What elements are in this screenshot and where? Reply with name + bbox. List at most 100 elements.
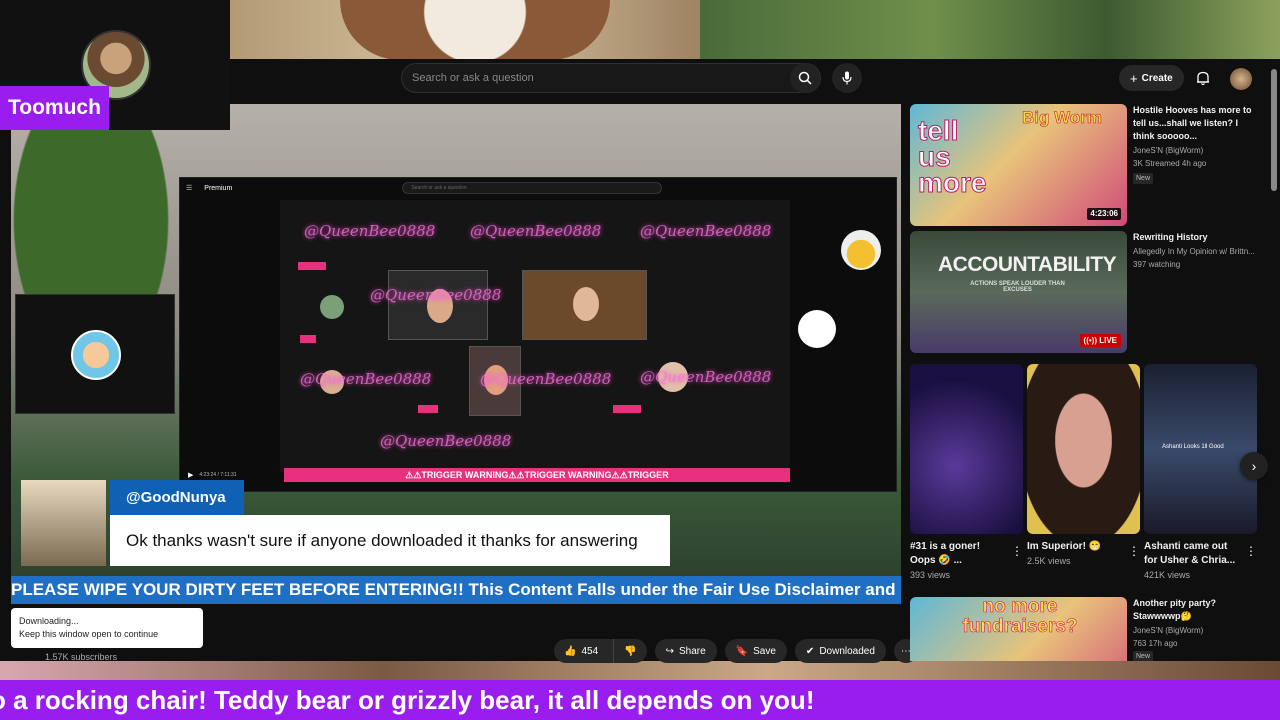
- recommendation-channel[interactable]: Allegedly In My Opinion w/ Brittn...: [1133, 247, 1255, 256]
- participant-tag: [613, 405, 641, 413]
- share-label: Share: [678, 645, 706, 657]
- recommendation-thumbnail[interactable]: no more fundraisers?: [910, 597, 1127, 661]
- more-vertical-icon: ⋮: [1128, 544, 1140, 558]
- embedded-search: Search or ask a question: [402, 182, 663, 194]
- like-button[interactable]: 👍 454: [554, 639, 608, 663]
- download-check-icon: ✔: [805, 645, 815, 657]
- video-player[interactable]: ☰ Premium Search or ask a question @Quee…: [11, 104, 901, 604]
- scrollbar-thumb[interactable]: [1271, 69, 1277, 191]
- recommendation-channel[interactable]: JoneS'N (BigWorm): [1133, 146, 1203, 155]
- short-more-button[interactable]: ⋮: [1245, 544, 1257, 558]
- short-item[interactable]: Im Superior! 😁 2.5K views ⋮: [1027, 364, 1140, 566]
- search-bar: [401, 63, 821, 93]
- short-views: 421K views: [1144, 570, 1191, 580]
- participant-avatar: [320, 295, 344, 319]
- recommendation-item[interactable]: ACCOUNTABILITY ACTIONS SPEAK LOUDER THAN…: [910, 231, 1260, 356]
- chat-user-thumbnail: [21, 480, 106, 566]
- plus-icon: +: [1130, 70, 1138, 86]
- recommendation-meta: 3K Streamed 4h ago: [1133, 159, 1207, 168]
- chat-username: @GoodNunya: [110, 480, 244, 515]
- notifications-button[interactable]: [1193, 67, 1213, 89]
- thumbnail-text: tell us more: [918, 115, 987, 198]
- video-duration: 4:23:06: [1087, 208, 1121, 220]
- short-thumbnail[interactable]: [1027, 364, 1140, 534]
- short-item[interactable]: #31 is a goner! Oops 🤣 ... 393 views ⋮: [910, 364, 1023, 580]
- short-title[interactable]: Ashanti came out for Usher & Chria...: [1144, 540, 1240, 568]
- create-label: Create: [1141, 72, 1173, 84]
- more-vertical-icon: ⋮: [1011, 544, 1023, 558]
- watermark-text: @QueenBee0888: [304, 222, 436, 240]
- thumbs-down-icon: 👎: [624, 645, 637, 657]
- recommendation-title[interactable]: Rewriting History: [1133, 231, 1258, 244]
- short-item[interactable]: Ashanti Looks 1ll Good Ashanti came out …: [1144, 364, 1257, 580]
- live-badge: ((•)) LIVE: [1079, 334, 1121, 347]
- short-title[interactable]: Im Superior! 😁: [1027, 540, 1123, 554]
- watermark-text: @QueenBee0888: [640, 222, 772, 240]
- recommendation-channel[interactable]: JoneS'N (BigWorm): [1133, 626, 1203, 635]
- new-badge: New: [1133, 651, 1154, 661]
- share-button[interactable]: ↪ Share: [654, 639, 717, 663]
- trigger-warning-banner: ⚠⚠TRIGGER WARNING⚠⚠TRIGGER WARNING⚠⚠TRIG…: [284, 468, 790, 482]
- short-more-button[interactable]: ⋮: [1128, 544, 1140, 558]
- short-more-button[interactable]: ⋮: [1011, 544, 1023, 558]
- create-button[interactable]: + Create: [1119, 65, 1184, 91]
- recommendation-meta: 763 17h ago: [1133, 639, 1178, 648]
- recommendation-thumbnail[interactable]: ACCOUNTABILITY ACTIONS SPEAK LOUDER THAN…: [910, 231, 1127, 353]
- thumbnail-subtext: ACTIONS SPEAK LOUDER THAN EXCUSES: [970, 281, 1065, 293]
- participant-tile: [388, 270, 488, 340]
- profile-placeholder: [798, 310, 836, 348]
- like-count: 454: [581, 645, 599, 657]
- watermark-text: @QueenBee0888: [380, 432, 512, 450]
- embedded-logo: Premium: [204, 184, 233, 192]
- watermark-text: @QueenBee0888: [470, 222, 602, 240]
- embedded-video-grid: [280, 200, 881, 472]
- bell-icon: [1197, 71, 1209, 86]
- thumbnail-subtext: Big Worm: [1022, 108, 1102, 128]
- download-button[interactable]: ✔ Downloaded: [794, 639, 886, 663]
- save-label: Save: [753, 645, 776, 657]
- dislike-button[interactable]: 👎: [613, 639, 646, 663]
- chevron-right-icon: ›: [1251, 458, 1257, 474]
- recommendation-title[interactable]: Hostile Hooves has more to tell us...sha…: [1133, 104, 1258, 143]
- live-icon: ((•)): [1083, 336, 1100, 345]
- watermark-text: @QueenBee0888: [370, 286, 502, 304]
- short-views: 2.5K views: [1027, 556, 1071, 566]
- watermark-text: @QueenBee0888: [300, 370, 432, 388]
- marquee-text: o a rocking chair! Teddy bear or grizzly…: [0, 685, 815, 715]
- short-thumbnail[interactable]: Ashanti Looks 1ll Good: [1144, 364, 1257, 534]
- scrolling-ticker: PLEASE WIPE YOUR DIRTY FEET BEFORE ENTER…: [11, 576, 901, 604]
- microphone-icon: [842, 71, 852, 85]
- sidebar-scrollbar[interactable]: [1268, 59, 1280, 661]
- participant-face: [573, 287, 599, 321]
- download-toast: Downloading... Keep this window open to …: [11, 608, 203, 648]
- toast-title: Downloading...: [19, 616, 79, 626]
- recommendation-item[interactable]: no more fundraisers? Another pity party?…: [910, 597, 1260, 661]
- video-actions: 👍 454 👎 ↪ Share 🔖 Save ✔ Downloaded ⋯: [554, 639, 918, 663]
- recommendation-thumbnail[interactable]: tell us more Big Worm 4:23:06: [910, 104, 1127, 226]
- streamer-name-label: Toomuch: [0, 86, 109, 130]
- shorts-next-button[interactable]: ›: [1240, 452, 1268, 480]
- channel-subscriber-count: 1.57K subscribers: [45, 652, 118, 662]
- save-button[interactable]: 🔖 Save: [724, 639, 787, 663]
- short-views: 393 views: [910, 570, 951, 580]
- voice-search-button[interactable]: [832, 63, 862, 93]
- embedded-time: 4:23:24 / 7:11:31: [199, 472, 237, 478]
- account-avatar[interactable]: [1230, 68, 1252, 90]
- bee-sticker: [841, 230, 881, 270]
- search-icon: [798, 71, 812, 85]
- participant-tag: [298, 262, 326, 270]
- recommendation-title[interactable]: Another pity party? Stawwwwp🤔: [1133, 597, 1258, 623]
- search-input[interactable]: [402, 64, 790, 92]
- search-button[interactable]: [790, 63, 820, 93]
- watermark-text: @QueenBee0888: [640, 368, 772, 386]
- new-badge: New: [1133, 173, 1154, 184]
- share-icon: ↪: [665, 645, 674, 657]
- participant-tag: [300, 335, 316, 343]
- thumbnail-text: no more fundraisers?: [962, 597, 1078, 637]
- short-thumbnail[interactable]: [910, 364, 1023, 534]
- recommendation-item[interactable]: tell us more Big Worm 4:23:06 Hostile Ho…: [910, 104, 1260, 229]
- thumbnail-text: ACCOUNTABILITY: [938, 253, 1117, 276]
- short-overlay-text: Ashanti Looks 1ll Good: [1162, 444, 1224, 450]
- short-title[interactable]: #31 is a goner! Oops 🤣 ...: [910, 540, 1006, 568]
- embedded-stream-screen: ☰ Premium Search or ask a question @Quee…: [179, 177, 897, 492]
